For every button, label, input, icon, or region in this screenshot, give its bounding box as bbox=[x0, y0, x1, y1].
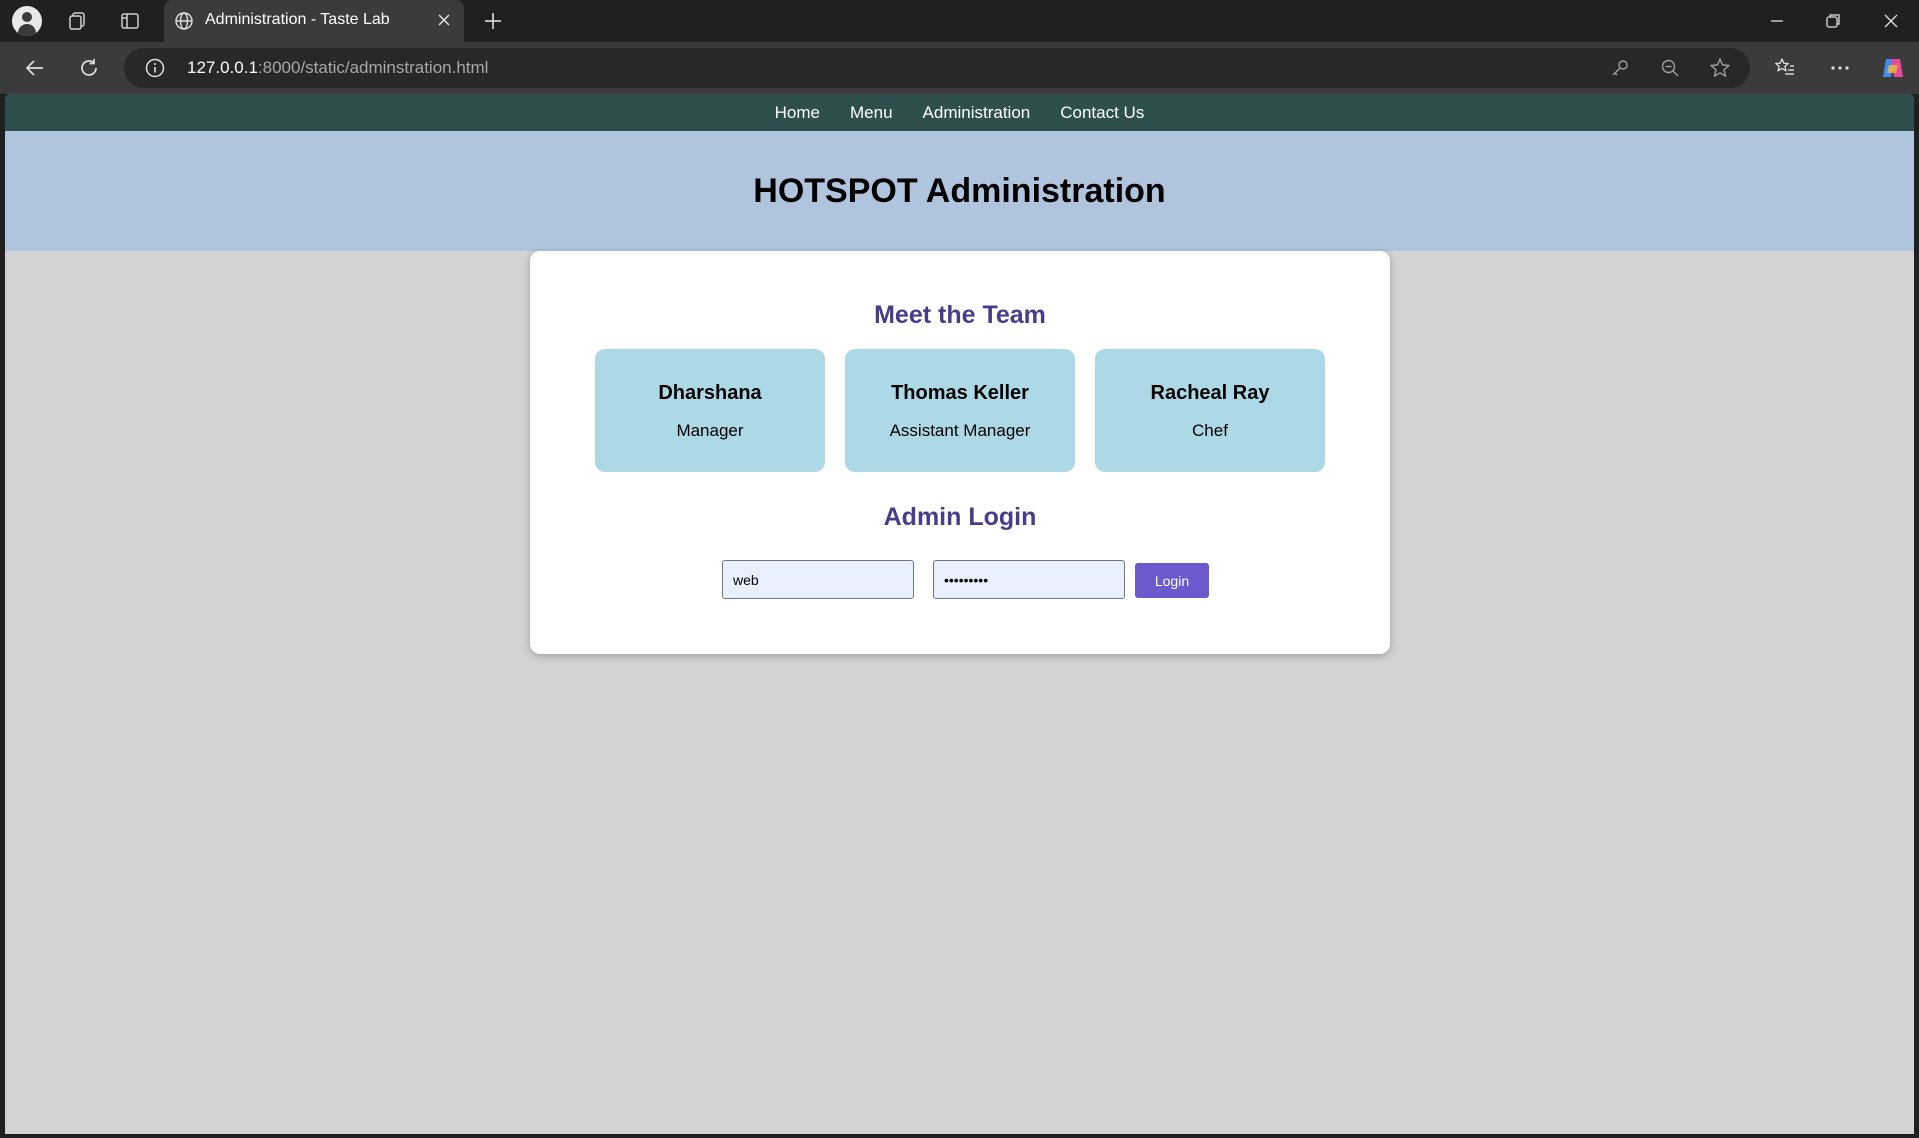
more-options-icon[interactable] bbox=[1825, 53, 1855, 83]
refresh-icon[interactable] bbox=[74, 53, 104, 83]
nav-menu-link[interactable]: Menu bbox=[850, 103, 893, 123]
copilot-icon[interactable] bbox=[1878, 53, 1908, 83]
team-member-card: Thomas Keller Assistant Manager bbox=[845, 349, 1075, 472]
key-icon[interactable] bbox=[1609, 57, 1631, 79]
team-section-title: Meet the Team bbox=[874, 301, 1046, 329]
workspaces-icon[interactable] bbox=[62, 6, 92, 36]
url-path: :8000/static/adminstration.html bbox=[257, 58, 489, 77]
site-info-icon[interactable] bbox=[144, 57, 166, 84]
restore-icon[interactable] bbox=[1818, 6, 1848, 36]
login-form: Login bbox=[530, 560, 1390, 600]
vertical-tabs-icon[interactable] bbox=[115, 6, 145, 36]
profile-avatar-icon[interactable] bbox=[12, 6, 42, 36]
login-section-title: Admin Login bbox=[883, 503, 1037, 531]
member-name: Dharshana bbox=[658, 382, 762, 404]
globe-icon bbox=[174, 11, 194, 36]
zoom-out-icon[interactable] bbox=[1659, 57, 1681, 79]
member-role: Manager bbox=[676, 421, 744, 440]
tab-title: Administration - Taste Lab bbox=[205, 11, 390, 28]
browser-toolbar: 127.0.0.1:8000/static/adminstration.html bbox=[0, 42, 1919, 94]
favorites-list-icon[interactable] bbox=[1770, 53, 1800, 83]
back-arrow-icon[interactable] bbox=[20, 53, 50, 83]
member-name: Racheal Ray bbox=[1150, 382, 1270, 404]
team-member-card: Dharshana Manager bbox=[595, 349, 825, 472]
login-button[interactable]: Login bbox=[1135, 563, 1209, 598]
nav-contact-link[interactable]: Contact Us bbox=[1060, 103, 1144, 123]
url-text[interactable]: 127.0.0.1:8000/static/adminstration.html bbox=[187, 58, 488, 78]
page-viewport: Home Menu Administration Contact Us HOTS… bbox=[5, 94, 1914, 1134]
minimize-icon[interactable] bbox=[1762, 6, 1792, 36]
new-tab-icon[interactable] bbox=[478, 6, 508, 36]
admin-card: Meet the Team Dharshana Manager Thomas K… bbox=[530, 251, 1390, 654]
username-input[interactable] bbox=[722, 560, 914, 599]
favorite-star-icon[interactable] bbox=[1709, 57, 1731, 79]
address-bar[interactable]: 127.0.0.1:8000/static/adminstration.html bbox=[124, 48, 1750, 88]
password-input[interactable] bbox=[933, 560, 1125, 599]
member-role: Assistant Manager bbox=[889, 421, 1031, 440]
page-title: HOTSPOT Administration bbox=[753, 171, 1166, 210]
page-header: HOTSPOT Administration bbox=[5, 131, 1914, 251]
nav-home-link[interactable]: Home bbox=[775, 103, 820, 123]
team-member-card: Racheal Ray Chef bbox=[1095, 349, 1325, 472]
member-name: Thomas Keller bbox=[891, 382, 1029, 404]
site-nav: Home Menu Administration Contact Us bbox=[5, 94, 1914, 131]
browser-titlebar: Administration - Taste Lab bbox=[0, 0, 1919, 42]
close-tab-icon[interactable] bbox=[434, 10, 454, 35]
member-role: Chef bbox=[1192, 421, 1228, 440]
browser-tab-active[interactable]: Administration - Taste Lab bbox=[164, 0, 464, 42]
close-window-icon[interactable] bbox=[1876, 6, 1906, 36]
url-host: 127.0.0.1 bbox=[187, 58, 258, 77]
nav-administration-link[interactable]: Administration bbox=[923, 103, 1031, 123]
